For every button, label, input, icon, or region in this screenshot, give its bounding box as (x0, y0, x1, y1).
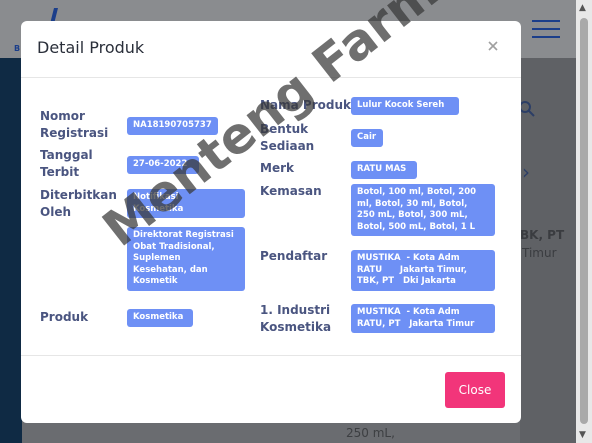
value-nomor-registrasi: NA18190705737 (127, 117, 218, 135)
hamburger-menu-icon[interactable] (532, 20, 560, 40)
label-industri-kosmetika: 1. Industri Kosmetika (260, 303, 332, 334)
background-city-text: Timur (522, 246, 557, 260)
modal-header: Detail Produk (21, 21, 521, 78)
value-industri-kosmetika: MUSTIKA - Kota Adm RATU, PT Jakarta Timu… (351, 304, 495, 333)
close-icon[interactable] (485, 38, 501, 54)
chevron-right-icon[interactable]: › (522, 160, 530, 184)
label-nama-produk: Nama Produk (260, 98, 351, 112)
label-bentuk-sediaan: Bentuk Sediaan (260, 122, 315, 153)
label-kemasan: Kemasan (260, 184, 322, 198)
modal-footer-divider (21, 355, 521, 356)
background-company-text: BK, PT (520, 228, 565, 242)
scrollbar-thumb[interactable] (580, 18, 588, 424)
modal-title: Detail Produk (37, 38, 145, 57)
label-merk: Merk (260, 161, 294, 175)
value-produk: Kosmetika (127, 309, 193, 327)
scroll-down-arrow-icon[interactable]: ▼ (579, 430, 586, 440)
value-bentuk-sediaan: Cair (351, 129, 383, 147)
label-tanggal-terbit: Tanggal Terbit (40, 148, 93, 179)
page-bottom (22, 423, 520, 443)
value-direktorat: Direktorat Registrasi Obat Tradisional, … (127, 227, 245, 291)
product-detail-modal: Detail Produk Nomor Registrasi NA1819070… (21, 21, 521, 423)
value-tanggal-terbit: 27-06-2022 (127, 156, 199, 174)
value-diterbitkan-oleh: Notifikasi Kosmetika (127, 189, 245, 218)
background-size-text: 250 mL, (346, 426, 395, 440)
label-produk: Produk (40, 310, 89, 324)
page-left-panel (0, 58, 22, 443)
logo-letter: B (14, 44, 21, 53)
label-pendaftar: Pendaftar (260, 249, 328, 263)
close-button[interactable]: Close (445, 372, 505, 408)
value-nama-produk: Lulur Kocok Sereh (351, 97, 459, 115)
label-diterbitkan-oleh: Diterbitkan Oleh (40, 188, 117, 219)
scroll-up-arrow-icon[interactable]: ▲ (579, 3, 586, 13)
value-pendaftar: MUSTIKA - Kota Adm RATU Jakarta Timur, T… (351, 250, 495, 291)
value-kemasan: Botol, 100 ml, Botol, 200 ml, Botol, 30 … (351, 184, 495, 236)
label-nomor-registrasi: Nomor Registrasi (40, 109, 109, 140)
value-merk: RATU MAS (351, 161, 417, 179)
